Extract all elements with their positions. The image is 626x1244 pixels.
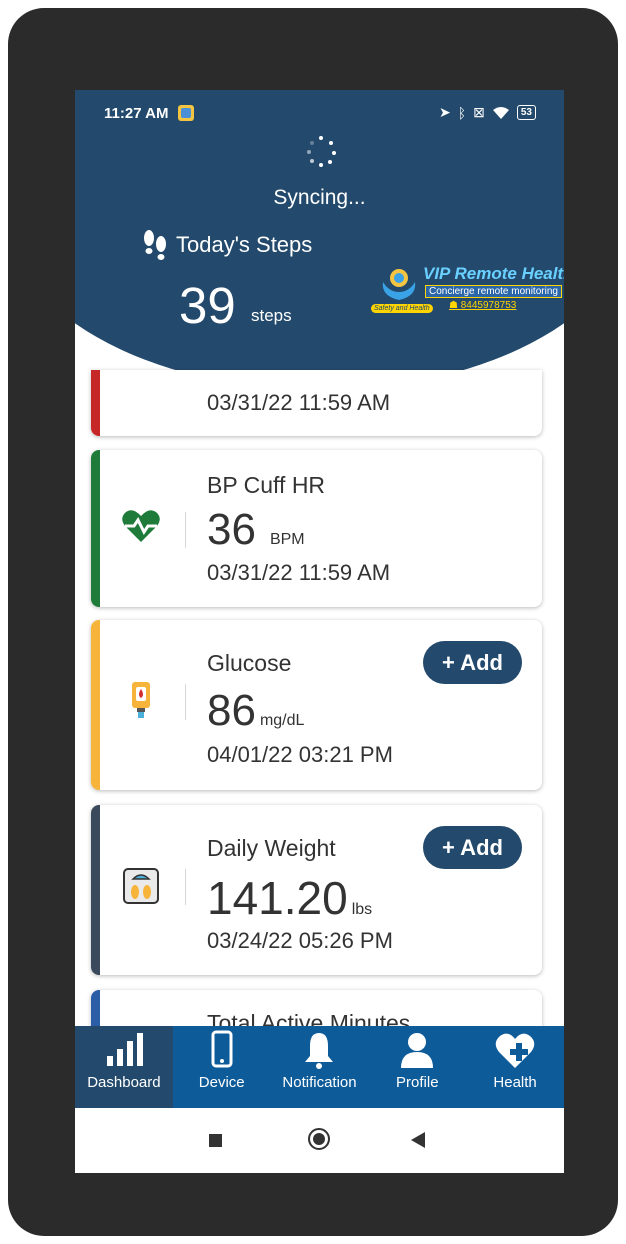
glucose-card[interactable]: Glucose + Add 86 mg/dL 04/01/22 03:21 PM bbox=[91, 620, 542, 790]
logo-tagline: Concierge remote monitoring bbox=[425, 285, 562, 298]
card-unit: lbs bbox=[351, 901, 373, 918]
nav-profile[interactable]: Profile bbox=[368, 1026, 466, 1108]
home-button[interactable] bbox=[308, 1128, 330, 1150]
steps-value: 39 bbox=[179, 277, 236, 334]
card-date: 04/01/22 03:21 PM bbox=[207, 742, 393, 767]
card-accent bbox=[91, 805, 100, 975]
bluetooth-icon: ᛒ bbox=[457, 104, 467, 121]
reading-card-partial[interactable]: 03/31/22 11:59 AM bbox=[91, 370, 542, 436]
card-divider bbox=[185, 512, 186, 548]
sync-status: Syncing... bbox=[273, 186, 366, 209]
card-date: 03/31/22 11:59 AM bbox=[207, 560, 391, 585]
nav-device[interactable]: Device bbox=[173, 1026, 271, 1108]
status-bar: 11:27 AM ➤ ᛒ ⊠ 53 bbox=[75, 90, 564, 136]
card-accent bbox=[91, 370, 100, 436]
card-value-number: 36 bbox=[207, 505, 256, 554]
logo-phone[interactable]: ☗ 8445978753 bbox=[449, 300, 516, 311]
steps-unit: steps bbox=[251, 306, 292, 325]
bell-icon bbox=[305, 1033, 334, 1069]
hands-heart-icon bbox=[382, 269, 416, 300]
card-accent bbox=[91, 450, 100, 607]
logo-name: VIP Remote Health bbox=[423, 264, 564, 283]
sync-spinner-icon bbox=[304, 134, 338, 168]
card-unit: BPM bbox=[269, 531, 305, 548]
card-divider bbox=[185, 684, 186, 720]
card-value: 36 BPM bbox=[207, 505, 305, 555]
person-icon bbox=[401, 1033, 434, 1068]
logo-badge: Safety and Health bbox=[371, 304, 433, 313]
card-value-number: 141.20 bbox=[207, 872, 348, 924]
nav-label: Health bbox=[493, 1074, 537, 1091]
app-notification-icon bbox=[178, 105, 194, 121]
card-value-number: 86 bbox=[207, 686, 256, 735]
nav-notification[interactable]: Notification bbox=[271, 1026, 369, 1108]
no-sim-icon: ⊠ bbox=[473, 104, 485, 120]
steps-title: Today's Steps bbox=[176, 232, 313, 257]
card-title: Glucose bbox=[207, 650, 292, 676]
wifi-icon bbox=[492, 106, 509, 119]
nav-label: Device bbox=[198, 1074, 245, 1091]
app-screen: 11:27 AM ➤ ᛒ ⊠ 53 Syncing... Today's Ste… bbox=[75, 90, 564, 1173]
phone-icon bbox=[211, 1030, 233, 1068]
recents-button[interactable] bbox=[209, 1134, 222, 1147]
card-unit: mg/dL bbox=[259, 712, 305, 729]
status-time: 11:27 AM bbox=[104, 105, 169, 122]
vip-remote-health-logo: VIP Remote Health Concierge remote monit… bbox=[371, 264, 564, 316]
nav-label: Notification bbox=[282, 1074, 357, 1091]
bar-chart-icon bbox=[106, 1033, 143, 1066]
nav-dashboard[interactable]: Dashboard bbox=[75, 1026, 173, 1108]
back-button[interactable] bbox=[411, 1132, 425, 1148]
card-value: 141.20 lbs bbox=[207, 871, 372, 925]
status-icons: ➤ ᛒ ⊠ 53 bbox=[439, 104, 536, 121]
nav-label: Dashboard bbox=[87, 1074, 161, 1091]
glucometer-icon bbox=[132, 682, 150, 718]
battery-icon: 53 bbox=[516, 105, 536, 120]
location-icon: ➤ bbox=[439, 104, 451, 120]
bottom-navigation: Dashboard Device Notification Profile He… bbox=[75, 1026, 564, 1108]
card-title: Daily Weight bbox=[207, 835, 336, 861]
card-value: 86 mg/dL bbox=[207, 686, 304, 736]
card-accent bbox=[91, 620, 100, 790]
scale-icon bbox=[123, 868, 159, 904]
nav-label: Profile bbox=[396, 1074, 439, 1091]
footsteps-icon bbox=[144, 230, 166, 260]
bp-hr-card[interactable]: BP Cuff HR 36 BPM 03/31/22 11:59 AM bbox=[91, 450, 542, 607]
add-weight-button[interactable]: + Add bbox=[423, 826, 522, 869]
card-title: BP Cuff HR bbox=[207, 472, 326, 498]
heart-plus-icon bbox=[495, 1033, 535, 1068]
nav-health[interactable]: Health bbox=[466, 1026, 564, 1108]
heart-pulse-icon bbox=[122, 510, 160, 542]
card-date: 03/31/22 11:59 AM bbox=[207, 390, 391, 415]
weight-card[interactable]: Daily Weight + Add 141.20 lbs 03/24/22 05… bbox=[91, 805, 542, 975]
phone-person-icon: ☗ bbox=[449, 300, 461, 311]
card-date: 03/24/22 05:26 PM bbox=[207, 928, 393, 953]
logo-phone-number: 8445978753 bbox=[460, 300, 517, 311]
add-glucose-button[interactable]: + Add bbox=[423, 641, 522, 684]
system-navigation-bar bbox=[75, 1108, 564, 1173]
card-divider bbox=[185, 869, 186, 905]
